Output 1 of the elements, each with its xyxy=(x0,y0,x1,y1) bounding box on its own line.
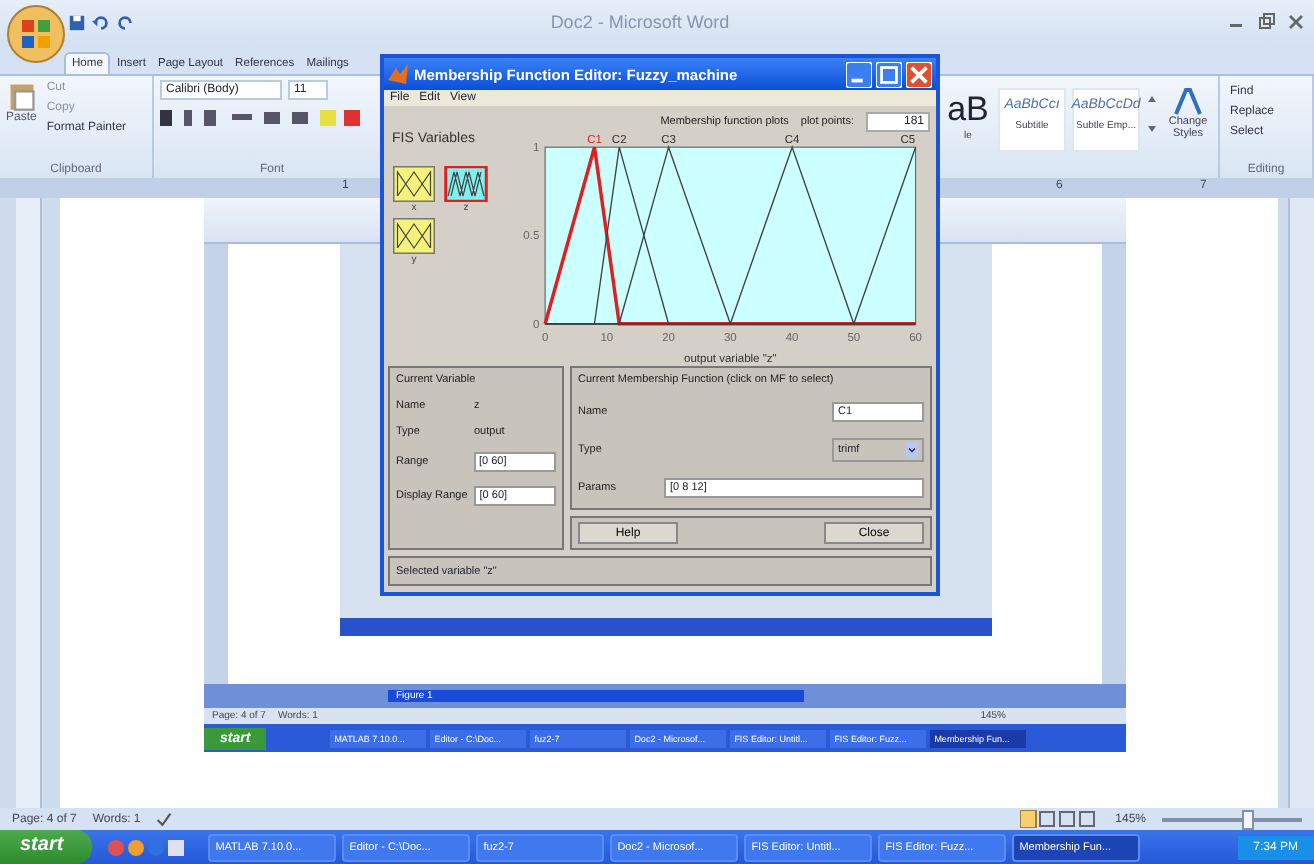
window-title: Doc2 - Microsoft Word xyxy=(548,12,732,32)
